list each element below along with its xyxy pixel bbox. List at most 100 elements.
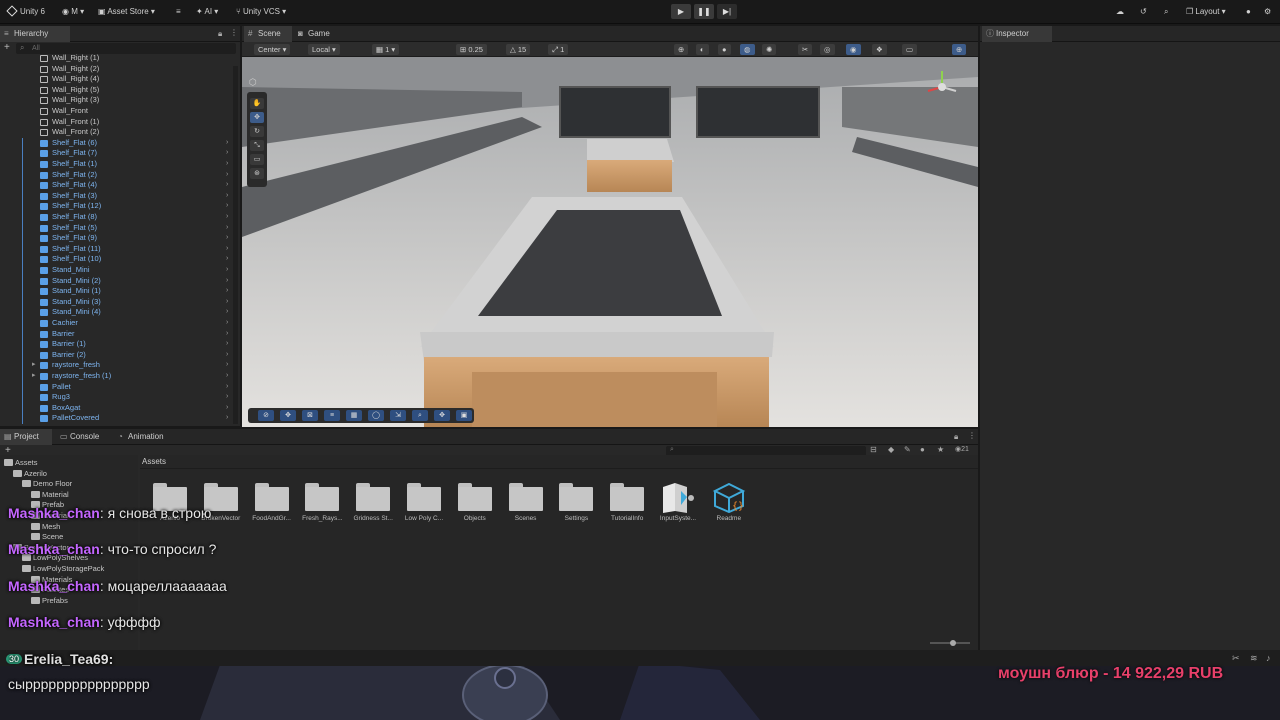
hierarchy-item[interactable]: Stand_Mini (3) › (0, 296, 232, 308)
hierarchy-item[interactable]: Shelf_Flat (1) › (0, 159, 232, 170)
settings-icon[interactable]: ⚙ (1264, 5, 1271, 19)
vcs-button[interactable]: ⑂ Unity VCS ▾ (236, 5, 286, 19)
hierarchy-item[interactable]: BoxAgat › (0, 402, 232, 414)
rect-tool-icon[interactable]: ▭ (250, 154, 264, 165)
kebab-menu-icon[interactable]: ⋮ (230, 28, 238, 37)
hierarchy-item[interactable]: Wall_Right (3) (0, 95, 232, 106)
overlay-tool-icon[interactable]: ✥ (280, 410, 296, 421)
filter-type-icon[interactable]: ⊟ (870, 445, 877, 454)
layout-dropdown[interactable]: ❐ Layout ▾ (1186, 5, 1226, 19)
scene-gizmo[interactable] (922, 67, 962, 107)
hierarchy-item[interactable]: Barrier (2) › (0, 349, 232, 361)
search-icon[interactable]: ⌕ (1164, 5, 1168, 19)
favorite-icon[interactable]: ● (920, 445, 925, 454)
hierarchy-item[interactable]: Shelf_Flat (11) › (0, 243, 232, 255)
hierarchy-item[interactable]: Stand_Mini (1) › (0, 286, 232, 298)
layers-dropdown-icon[interactable]: ❖ (872, 44, 887, 55)
chevron-right-icon[interactable]: › (226, 371, 228, 382)
chevron-right-icon[interactable]: › (226, 403, 228, 414)
scale-tool-icon[interactable]: ⤡ (250, 140, 264, 151)
hierarchy-item[interactable]: Rug3 › (0, 392, 232, 404)
hierarchy-item[interactable]: Shelf_Flat (7) › (0, 148, 232, 160)
chevron-right-icon[interactable]: › (226, 212, 228, 223)
scale-snap-field[interactable]: ⤢ 1 (548, 44, 569, 55)
tab-animation[interactable]: ◔ Animation (114, 429, 178, 445)
pivot-dropdown[interactable]: Center ▾ (254, 44, 291, 55)
hierarchy-item[interactable]: Wall_Right (5) (0, 85, 232, 96)
chevron-right-icon[interactable]: › (226, 265, 228, 276)
play-button[interactable]: ▶ (671, 4, 691, 19)
hierarchy-item[interactable]: Shelf_Flat (9) › (0, 233, 232, 245)
step-button[interactable]: ▶| (717, 4, 737, 19)
asset-item[interactable]: Settings (551, 483, 601, 522)
chevron-right-icon[interactable]: › (226, 159, 228, 170)
tools-icon[interactable]: ✂ (798, 44, 813, 55)
chevron-right-icon[interactable]: › (226, 170, 228, 181)
overlay-tool-icon[interactable]: ▣ (456, 410, 472, 421)
hierarchy-item[interactable]: Stand_Mini (2) › (0, 275, 232, 287)
view-cube-icon[interactable]: ⬡ (249, 77, 257, 88)
gizmos-dropdown-icon[interactable]: ⊕ (952, 44, 967, 55)
chevron-right-icon[interactable]: › (226, 297, 228, 308)
overlay-tool-icon[interactable]: ⊠ (302, 410, 318, 421)
breadcrumb[interactable]: Assets (140, 455, 978, 469)
bell-icon[interactable]: ♪ (1266, 653, 1271, 663)
tab-project[interactable]: ▤ Project (0, 429, 52, 445)
tab-inspector[interactable]: ⓘ Inspector (982, 26, 1052, 42)
hierarchy-item[interactable]: Wall_Front (1) (0, 117, 232, 128)
hierarchy-item[interactable]: Shelf_Flat (3) › (0, 190, 232, 202)
hierarchy-item[interactable]: Shelf_Flat (12) › (0, 201, 232, 213)
asset-item[interactable]: Fresh_Rays... (297, 483, 347, 522)
help-icon[interactable]: ● (1246, 5, 1251, 19)
hierarchy-item[interactable]: raystore_fresh › ▸ (0, 360, 232, 372)
asset-item[interactable]: {} Readme (704, 482, 754, 522)
chevron-right-icon[interactable]: › (226, 191, 228, 202)
project-tree-item[interactable]: Mesh (31, 522, 60, 533)
layers-icon[interactable]: ≋ (1250, 653, 1258, 664)
chevron-right-icon[interactable]: › (226, 329, 228, 340)
lighting-icon[interactable]: ◍ (740, 44, 755, 55)
hierarchy-item[interactable]: Pallet › (0, 381, 232, 393)
sphere-icon[interactable]: ● (718, 44, 731, 55)
hierarchy-item[interactable]: Stand_Mini (4) › (0, 307, 232, 319)
kebab-menu-icon[interactable]: ⋮ (968, 431, 976, 440)
chevron-right-icon[interactable]: › (226, 382, 228, 393)
overlay-tool-icon[interactable]: ◯ (368, 410, 384, 421)
zoom-slider[interactable] (930, 640, 970, 646)
snap-field[interactable]: ⊞ 0.25 (456, 44, 487, 55)
grid-toggle[interactable]: ▦ 1 ▾ (372, 44, 400, 55)
hierarchy-item[interactable]: Wall_Right (2) (0, 64, 232, 75)
hidden-count[interactable]: ◉21 (955, 445, 969, 453)
hierarchy-item[interactable]: Shelf_Flat (4) › (0, 180, 232, 192)
overlay-tool-icon[interactable]: ▦ (346, 410, 362, 421)
tools-icon[interactable]: ✂ (1232, 653, 1240, 664)
hierarchy-item[interactable]: raystore_fresh (1) › ▸ (0, 371, 232, 382)
visibility-icon[interactable]: ◉ (846, 44, 861, 55)
asset-item[interactable]: InputSyste... (653, 483, 703, 522)
lock-icon[interactable]: 🔒︎ (954, 432, 958, 442)
chevron-right-icon[interactable]: › (226, 223, 228, 234)
add-object-button[interactable]: + (4, 42, 10, 53)
account-button[interactable]: ◉ M ▾ (62, 5, 84, 19)
project-tree-item[interactable]: Material (31, 490, 69, 501)
hierarchy-item[interactable]: Stand_Mini › (0, 265, 232, 276)
unity-menu-button[interactable]: Unity 6 (6, 5, 45, 19)
camera-settings-icon[interactable]: ▭ (902, 44, 918, 55)
chevron-right-icon[interactable]: › (226, 318, 228, 329)
hierarchy-item[interactable]: Barrier › (0, 328, 232, 340)
menu-icon[interactable]: ≡ (176, 5, 181, 19)
hierarchy-item[interactable]: Wall_Front (2) (0, 127, 232, 138)
chevron-right-icon[interactable]: › (226, 286, 228, 297)
chevron-right-icon[interactable]: › (226, 350, 228, 361)
expand-arrow-icon[interactable]: ▸ (32, 360, 36, 371)
asset-item[interactable]: Gridness St... (348, 483, 398, 522)
chevron-right-icon[interactable]: › (226, 392, 228, 403)
asset-item[interactable]: Objects (450, 483, 500, 522)
asset-item[interactable]: Scenes (501, 483, 551, 522)
star-icon[interactable]: ★ (937, 445, 944, 454)
space-dropdown[interactable]: Local ▾ (308, 44, 340, 55)
chevron-right-icon[interactable]: › (226, 254, 228, 265)
project-tree-item[interactable]: Demo Floor (22, 479, 72, 490)
hierarchy-item[interactable]: PalletCovered › (0, 413, 232, 425)
chevron-right-icon[interactable]: › (226, 148, 228, 159)
